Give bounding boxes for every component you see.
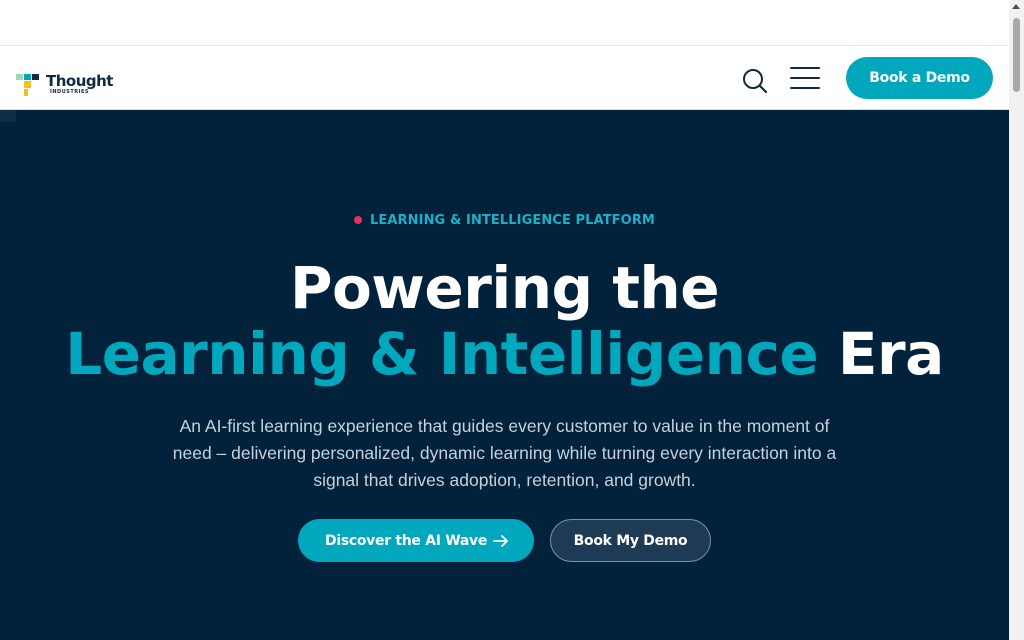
eyebrow-dot-icon (354, 216, 363, 224)
logo-mark-icon (16, 74, 39, 96)
hero-eyebrow: LEARNING & INTELLIGENCE PLATFORM (0, 213, 1009, 228)
book-my-demo-button[interactable]: Book My Demo (550, 519, 711, 562)
logo-subtext: INDUSTRIES (50, 89, 89, 95)
eyebrow-text: LEARNING & INTELLIGENCE PLATFORM (370, 213, 655, 228)
book-a-demo-button[interactable]: Book a Demo (846, 57, 993, 99)
hero-headline: Powering the Learning & Intelligence Era (0, 255, 1009, 387)
scroll-up-arrow-icon[interactable] (1012, 4, 1020, 9)
headline-end: Era (837, 320, 944, 388)
hamburger-menu-icon (790, 77, 820, 79)
thought-industries-logo[interactable]: Thought INDUSTRIES (16, 72, 126, 98)
arrow-right-icon (493, 535, 508, 547)
hamburger-menu-icon (790, 67, 820, 69)
top-blank-area (0, 0, 1009, 45)
search-button[interactable] (741, 67, 769, 95)
hero-subtext: An AI-first learning experience that gui… (172, 416, 837, 490)
site-header: Thought INDUSTRIES Book a Demo (0, 45, 1009, 110)
hero-corner-decoration (0, 110, 16, 122)
cta-primary-label: Discover the AI Wave (325, 532, 488, 549)
headline-accent: Learning & Intelligence (65, 320, 819, 388)
search-icon (743, 69, 768, 94)
page-scrollbar[interactable] (1009, 0, 1024, 640)
hamburger-menu-icon (790, 87, 820, 89)
logo-wordmark: Thought (46, 72, 113, 90)
hero-section: LEARNING & INTELLIGENCE PLATFORM Powerin… (0, 110, 1009, 640)
menu-button[interactable] (789, 66, 821, 92)
discover-ai-wave-button[interactable]: Discover the AI Wave (298, 519, 534, 562)
scrollbar-thumb[interactable] (1013, 18, 1020, 92)
headline-line1: Powering the (289, 254, 720, 322)
